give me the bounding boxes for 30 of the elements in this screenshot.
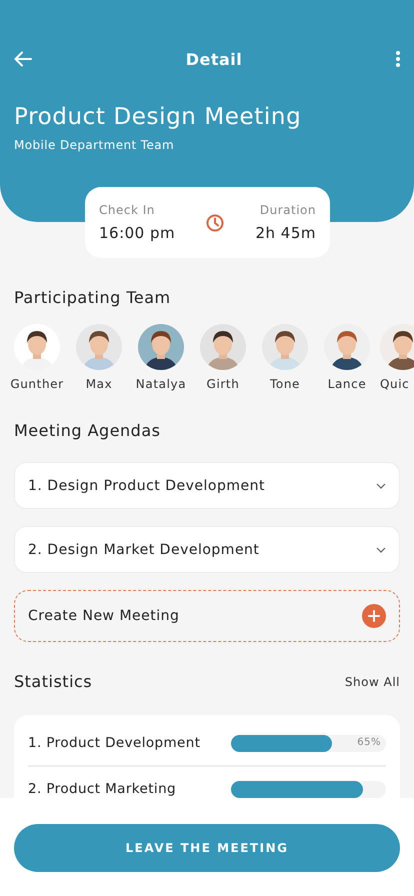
check-in-time: 16:00 pm [99, 224, 176, 242]
statistic-label: 2. Product Marketing [28, 781, 176, 797]
duration-value: 2h 45m [255, 224, 316, 242]
member-name: Gunther [10, 377, 64, 391]
chevron-down-icon [376, 546, 386, 552]
check-in-label: Check In [99, 203, 156, 217]
meeting-subtitle: Mobile Department Team [14, 138, 176, 152]
agenda-item[interactable]: 2. Design Market Development [14, 526, 400, 573]
member-name: Natalya [136, 377, 186, 391]
show-all-link[interactable]: Show All [344, 674, 400, 688]
create-meeting-button[interactable]: Create New Meeting [14, 590, 400, 642]
member-name: Girth [206, 377, 240, 391]
member-name: Lance [328, 377, 366, 391]
member-name: Max [86, 377, 112, 391]
chevron-down-icon [376, 482, 386, 488]
clock-icon [206, 214, 224, 232]
member-name: Tone [270, 377, 300, 391]
agenda-item[interactable]: 1. Design Product Development [14, 462, 400, 509]
section-title: Meeting Agendas [14, 421, 162, 440]
meeting-title: Product Design Meeting [14, 104, 302, 130]
duration-label: Duration [260, 203, 316, 217]
section-title: Statistics [14, 672, 92, 691]
plus-icon [362, 604, 386, 628]
statistic-label: 1. Product Development [28, 735, 200, 751]
member-name: Quic [380, 377, 410, 391]
progress-percent: 65% [357, 736, 381, 748]
screen-title: Detail [186, 50, 242, 68]
section-title: Participating Team [14, 288, 172, 307]
back-arrow-icon[interactable] [14, 51, 32, 67]
more-options-icon[interactable] [396, 51, 400, 67]
